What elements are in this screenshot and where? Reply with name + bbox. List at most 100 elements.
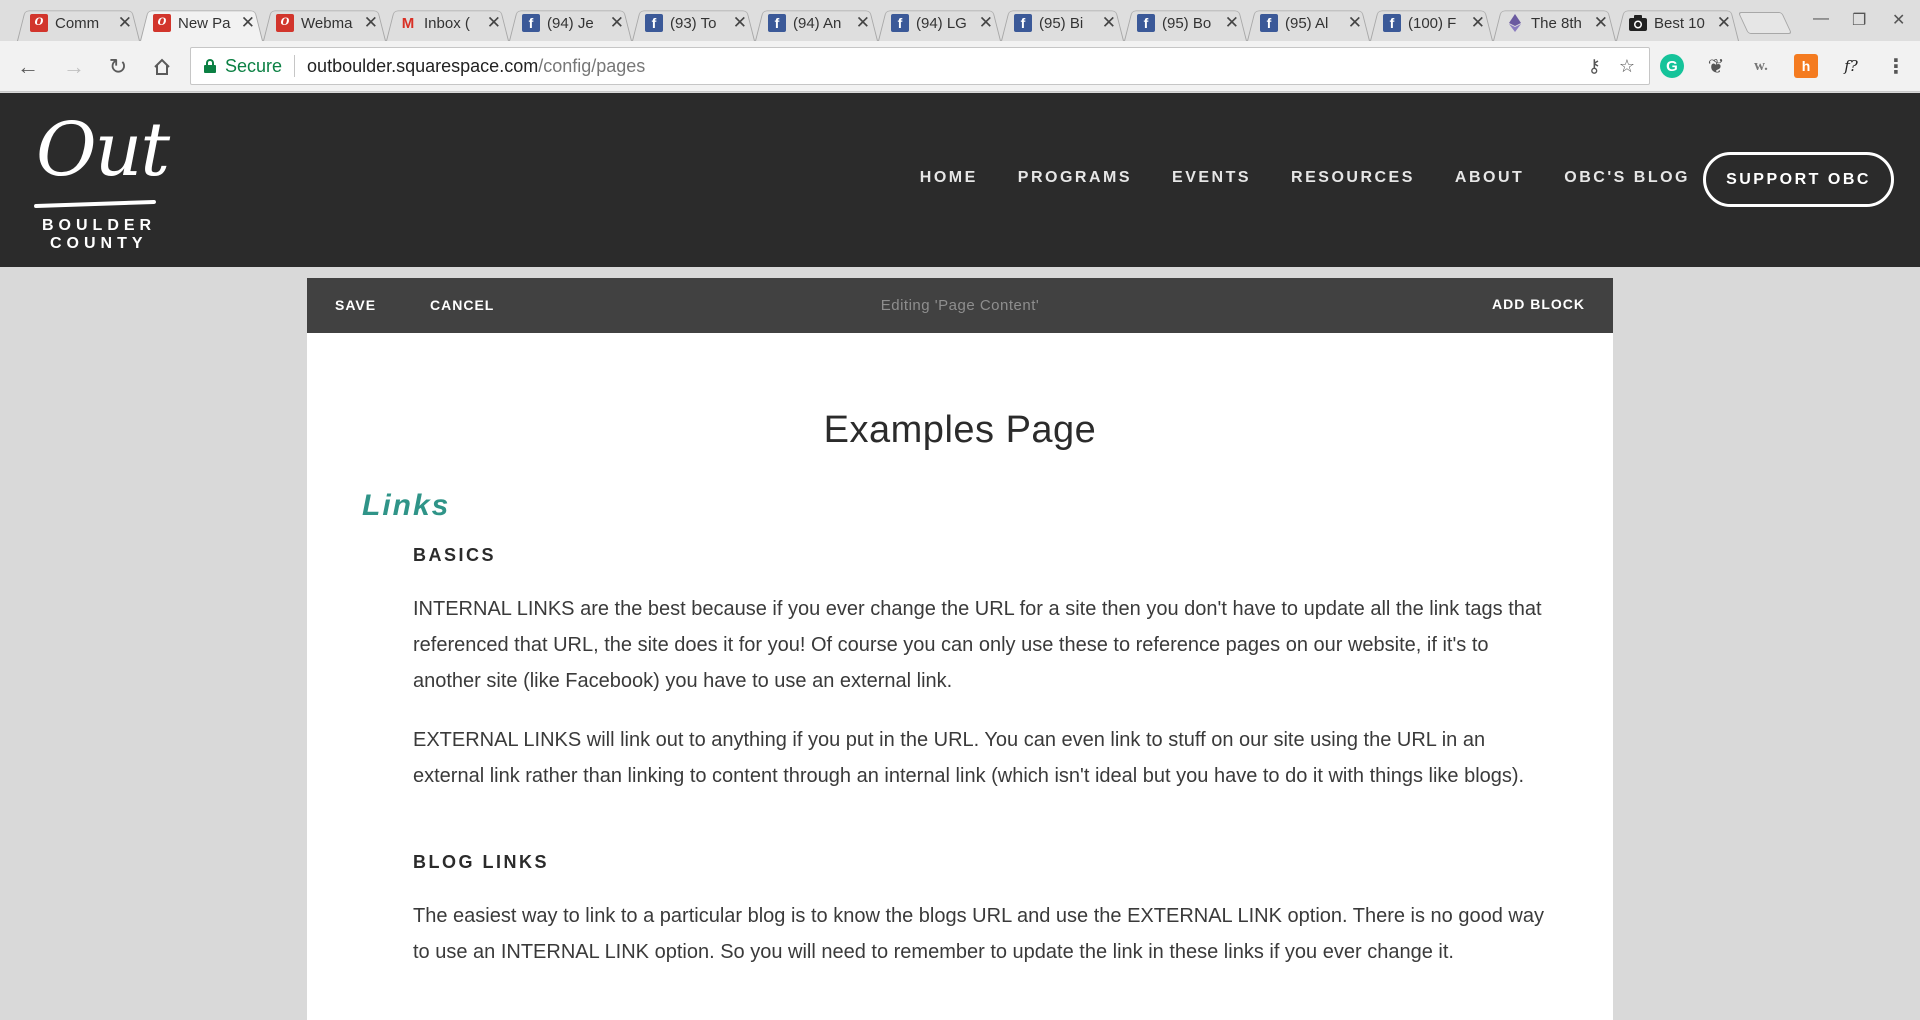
nav-programs[interactable]: PROGRAMS [1018, 169, 1132, 187]
facebook-icon: f [645, 14, 663, 32]
logo-wordmark: Out [36, 107, 170, 193]
site-logo[interactable]: Out BOULDER COUNTY [30, 113, 170, 252]
tab-the-8th[interactable]: The 8th ✕ [1493, 5, 1616, 41]
blog-links-heading: BLOG LINKS [413, 852, 549, 872]
nav-events[interactable]: EVENTS [1172, 169, 1251, 187]
tab-inbox[interactable]: M Inbox ( ✕ [386, 5, 509, 41]
close-icon[interactable]: ✕ [733, 13, 747, 33]
back-icon[interactable]: ← [14, 53, 42, 81]
editing-status: Editing 'Page Content' [880, 297, 1040, 314]
close-icon[interactable]: ✕ [487, 13, 501, 33]
close-icon[interactable]: ✕ [856, 13, 870, 33]
tab-facebook-2[interactable]: f (93) To ✕ [632, 5, 755, 41]
support-obc-button[interactable]: SUPPORT OBC [1703, 152, 1894, 207]
tab-facebook-5[interactable]: f (95) Bi ✕ [1001, 5, 1124, 41]
basics-heading: BASICS [413, 545, 497, 565]
logo-line-2: COUNTY [50, 235, 148, 252]
tab-title: Webma [301, 14, 353, 32]
close-icon[interactable]: ✕ [1225, 13, 1239, 33]
key-icon[interactable]: ⚷ [1588, 56, 1601, 77]
tab-title: (93) To [670, 14, 717, 32]
tab-facebook-1[interactable]: f (94) Je ✕ [509, 5, 632, 41]
facebook-icon: f [768, 14, 786, 32]
close-icon[interactable]: ✕ [364, 13, 378, 33]
tab-title: (95) Bo [1162, 14, 1212, 32]
restore-icon[interactable]: ❐ [1852, 10, 1866, 30]
forward-icon[interactable]: → [60, 53, 88, 81]
address-bar[interactable]: Secure outboulder.squarespace.com /confi… [190, 47, 1650, 85]
wappalyzer-icon[interactable]: w. [1749, 54, 1773, 78]
camera-icon [1629, 14, 1647, 32]
out-logo-icon: O [276, 14, 294, 32]
tab-facebook-8[interactable]: f (100) F ✕ [1370, 5, 1493, 41]
internal-links-paragraph: INTERNAL LINKS are the best because if y… [413, 598, 1542, 692]
tab-title: The 8th [1531, 14, 1582, 32]
page-content[interactable]: Examples Page Links BASICS INTERNAL LINK… [307, 333, 1613, 1020]
close-icon[interactable]: ✕ [979, 13, 993, 33]
home-icon[interactable] [148, 53, 176, 81]
tab-facebook-4[interactable]: f (94) LG ✕ [878, 5, 1001, 41]
tab-title: (94) LG [916, 14, 967, 32]
minimize-icon[interactable]: — [1813, 10, 1829, 28]
page-title: Examples Page [823, 409, 1097, 451]
lock-icon [204, 59, 216, 73]
grammarly-icon[interactable]: G [1660, 54, 1684, 78]
browser-menu-icon[interactable]: ⋮ [1884, 54, 1908, 78]
url-path: /config/pages [538, 55, 646, 76]
main-navigation: HOME PROGRAMS EVENTS RESOURCES ABOUT OBC… [920, 169, 1690, 187]
close-icon[interactable]: ✕ [610, 13, 624, 33]
facebook-icon: f [1260, 14, 1278, 32]
facebook-icon: f [1014, 14, 1032, 32]
blog-links-paragraph: The easiest way to link to a particular … [413, 905, 1544, 963]
facebook-icon: f [522, 14, 540, 32]
browser-tab-strip: O Comm ✕ O New Pa ✕ O Webma ✕ M Inbox ( … [0, 0, 1920, 41]
site-header: Out BOULDER COUNTY HOME PROGRAMS EVENTS … [0, 93, 1920, 267]
tab-best-10[interactable]: Best 10 ✕ [1616, 5, 1739, 41]
nav-resources[interactable]: RESOURCES [1291, 169, 1415, 187]
tab-title: (94) Je [547, 14, 594, 32]
close-icon[interactable]: ✕ [1102, 13, 1116, 33]
reload-icon[interactable]: ↻ [104, 53, 132, 81]
tab-title: New Pa [178, 14, 231, 32]
tab-title: (94) An [793, 14, 842, 32]
facebook-icon: f [1383, 14, 1401, 32]
close-icon[interactable]: ✕ [1348, 13, 1362, 33]
tab-title: Inbox ( [424, 14, 470, 32]
secure-label: Secure [225, 55, 283, 76]
whatfont-icon[interactable]: f? [1839, 54, 1863, 78]
nav-about[interactable]: ABOUT [1455, 169, 1524, 187]
section-heading-links: Links [362, 489, 451, 522]
tab-title: (100) F [1408, 14, 1457, 32]
close-icon[interactable]: ✕ [241, 13, 255, 33]
tab-facebook-6[interactable]: f (95) Bo ✕ [1124, 5, 1247, 41]
close-icon[interactable]: ✕ [1471, 13, 1485, 33]
window-close-icon[interactable]: ✕ [1892, 10, 1905, 30]
gmail-icon: M [401, 14, 415, 32]
tab-new-page[interactable]: O New Pa ✕ [140, 5, 263, 41]
url-host: outboulder.squarespace.com [307, 55, 539, 76]
tab-title: Comm [55, 14, 100, 32]
bookmark-star-icon[interactable]: ☆ [1619, 56, 1635, 77]
evernote-icon[interactable]: ❦ [1704, 54, 1728, 78]
out-logo-icon: O [30, 14, 48, 32]
editor-toolbar: SAVE CANCEL Editing 'Page Content' ADD B… [307, 278, 1613, 333]
tab-comm[interactable]: O Comm ✕ [17, 5, 140, 41]
tab-facebook-7[interactable]: f (95) Al ✕ [1247, 5, 1370, 41]
tab-title: Best 10 [1654, 14, 1705, 32]
close-icon[interactable]: ✕ [118, 13, 132, 33]
browser-toolbar: ← → ↻ Secure outboulder.squarespace.com … [0, 41, 1920, 92]
tab-webmail[interactable]: O Webma ✕ [263, 5, 386, 41]
honey-icon[interactable]: h [1794, 54, 1818, 78]
nav-blog[interactable]: OBC'S BLOG [1564, 169, 1690, 187]
new-tab-button[interactable] [1737, 12, 1793, 34]
logo-underline [33, 199, 157, 209]
close-icon[interactable]: ✕ [1717, 13, 1731, 33]
tab-title: (95) Bi [1039, 14, 1084, 32]
tab-title: (95) Al [1285, 14, 1329, 32]
close-icon[interactable]: ✕ [1594, 13, 1608, 33]
add-block-button[interactable]: ADD BLOCK [1492, 296, 1585, 312]
out-logo-icon: O [153, 14, 171, 32]
nav-home[interactable]: HOME [920, 169, 978, 187]
tab-facebook-3[interactable]: f (94) An ✕ [755, 5, 878, 41]
facebook-icon: f [1137, 14, 1155, 32]
